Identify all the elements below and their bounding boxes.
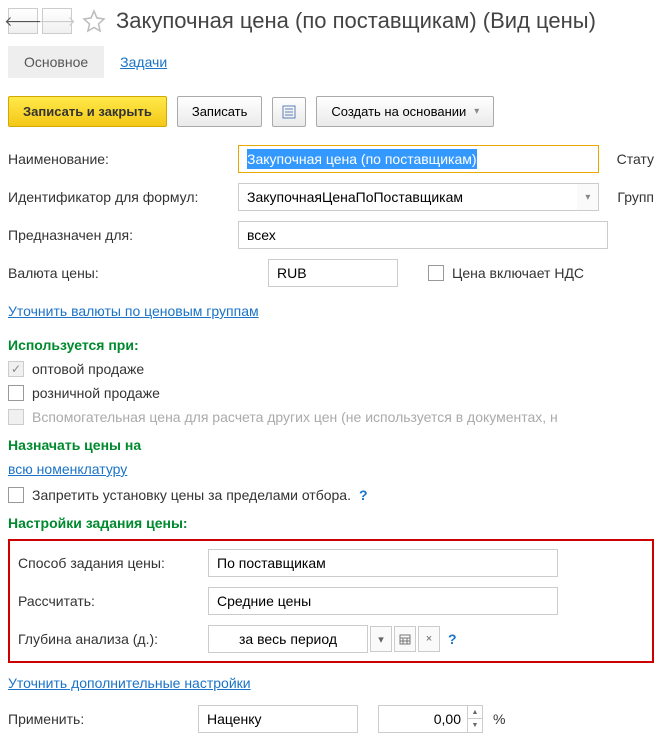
currency-input[interactable]	[268, 259, 398, 287]
retail-checkbox[interactable]	[8, 385, 24, 401]
vat-checkbox[interactable]	[428, 265, 444, 281]
forbid-checkbox[interactable]	[8, 487, 24, 503]
wholesale-checkbox	[8, 361, 24, 377]
highlighted-settings-box: Способ задания цены: Рассчитать: Глубина…	[8, 539, 654, 663]
clear-date-icon[interactable]: ×	[418, 626, 440, 652]
refine-currencies-link[interactable]: Уточнить валюты по ценовым группам	[8, 303, 259, 319]
id-label: Идентификатор для формул:	[8, 189, 238, 205]
vat-label: Цена включает НДС	[452, 265, 584, 281]
favorite-star-icon[interactable]	[76, 9, 112, 33]
id-dropdown-icon[interactable]: ▾	[577, 183, 599, 211]
apply-number-input[interactable]	[378, 705, 468, 733]
auxiliary-checkbox	[8, 409, 24, 425]
all-nomenclature-link[interactable]: всю номенклатуру	[8, 461, 127, 477]
settings-header: Настройки задания цены:	[8, 515, 654, 531]
auxiliary-label: Вспомогательная цена для расчета других …	[32, 409, 558, 425]
help-icon[interactable]: ?	[359, 487, 368, 503]
group-label: Групп	[617, 189, 654, 205]
tab-tasks[interactable]: Задачи	[104, 46, 183, 78]
nav-back-button[interactable]: 🡐	[8, 8, 38, 34]
refine-extra-link[interactable]: Уточнить дополнительные настройки	[8, 675, 251, 691]
calendar-icon[interactable]	[394, 626, 416, 652]
wholesale-label: оптовой продаже	[32, 361, 144, 377]
purpose-label: Предназначен для:	[8, 227, 238, 243]
name-label: Наименование:	[8, 151, 238, 167]
apply-stepper[interactable]: ▲▼	[468, 705, 483, 733]
forbid-label: Запретить установку цены за пределами от…	[32, 487, 351, 503]
calc-label: Рассчитать:	[18, 593, 208, 609]
percent-label: %	[493, 711, 505, 727]
list-icon-button[interactable]	[272, 97, 306, 127]
nav-forward-button[interactable]: 🡒	[42, 8, 72, 34]
status-label: Стату	[617, 151, 654, 167]
apply-type-input[interactable]	[198, 705, 358, 733]
save-button[interactable]: Записать	[177, 96, 263, 127]
depth-dropdown-icon[interactable]: ▾	[370, 626, 392, 652]
tab-main[interactable]: Основное	[8, 46, 104, 78]
assign-header: Назначать цены на	[8, 437, 654, 453]
usage-header: Используется при:	[8, 337, 654, 353]
method-input[interactable]	[208, 549, 558, 577]
depth-input[interactable]	[208, 625, 368, 653]
page-title: Закупочная цена (по поставщикам) (Вид це…	[116, 8, 596, 34]
retail-label: розничной продаже	[32, 385, 160, 401]
depth-label: Глубина анализа (д.):	[18, 631, 208, 647]
currency-label: Валюта цены:	[8, 265, 268, 281]
apply-label: Применить:	[8, 711, 198, 727]
method-label: Способ задания цены:	[18, 555, 208, 571]
calc-input[interactable]	[208, 587, 558, 615]
create-based-button[interactable]: Создать на основании	[316, 96, 494, 127]
id-input[interactable]	[238, 183, 577, 211]
purpose-input[interactable]	[238, 221, 608, 249]
name-input[interactable]: Закупочная цена (по поставщикам)	[238, 145, 599, 173]
depth-help-icon[interactable]: ?	[448, 631, 457, 647]
save-close-button[interactable]: Записать и закрыть	[8, 96, 167, 127]
